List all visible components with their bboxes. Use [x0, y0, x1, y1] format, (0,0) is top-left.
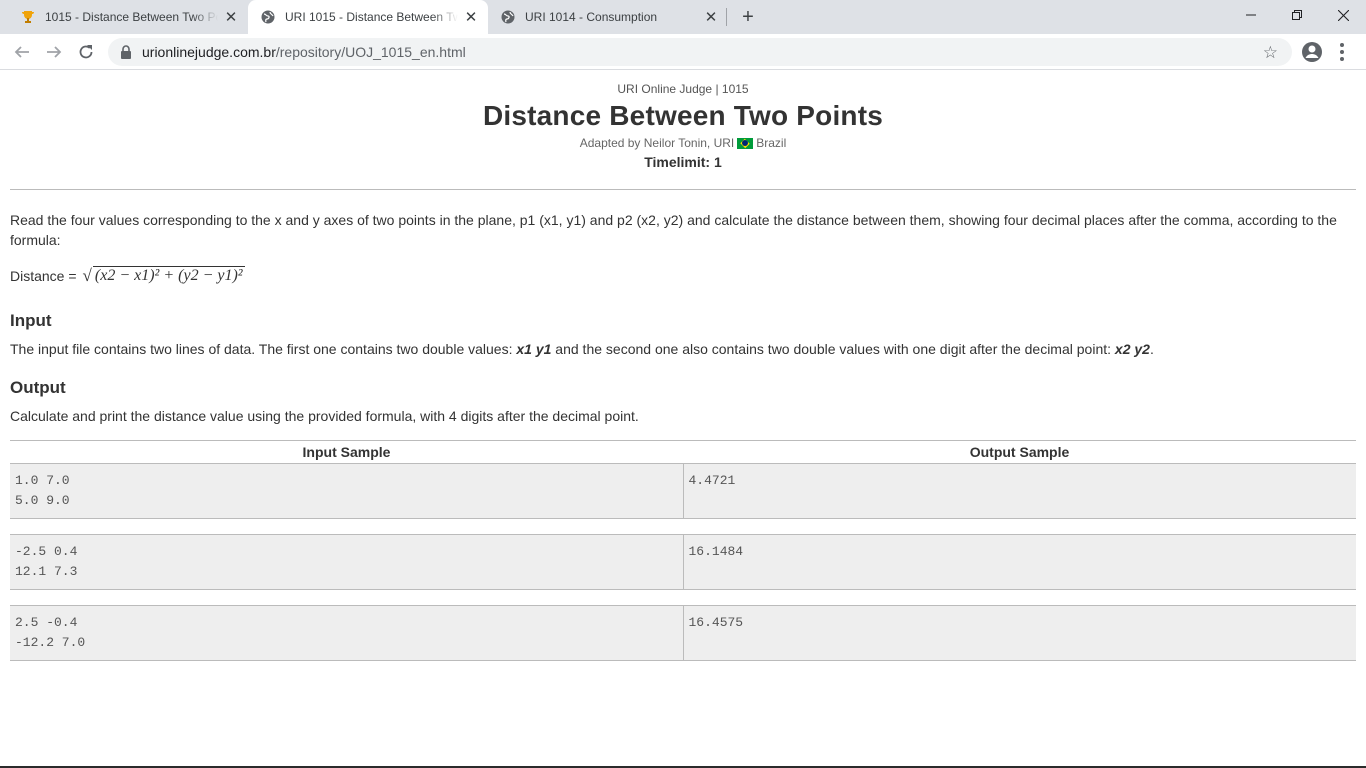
formula-radicand: (x2 − x1)² + (y2 − y1)²: [92, 266, 245, 284]
author-line: Adapted by Neilor Tonin, URI Brazil: [10, 136, 1356, 150]
minimize-icon[interactable]: [1228, 0, 1274, 30]
trophy-icon: [20, 9, 36, 25]
formula: Distance = √ (x2 − x1)² + (y2 − y1)²: [10, 264, 1356, 288]
restore-icon[interactable]: [1274, 0, 1320, 30]
tab-uri-1014[interactable]: URI 1014 - Consumption ✕: [488, 0, 728, 34]
sample-gap: [10, 518, 1356, 535]
close-icon[interactable]: ✕: [222, 8, 240, 26]
tab-title: URI 1015 - Distance Between Two Points: [285, 10, 458, 24]
tab-strip: 1015 - Distance Between Two Points ✕ URI…: [0, 0, 1366, 34]
tab-separator: [726, 8, 727, 26]
close-icon[interactable]: ✕: [702, 8, 720, 26]
sample-input: 1.0 7.0 5.0 9.0: [10, 463, 684, 519]
reload-icon[interactable]: [72, 38, 100, 66]
sample-row: -2.5 0.4 12.1 7.3 16.1484: [10, 534, 1356, 590]
globe-icon: [500, 9, 516, 25]
sample-gap: [10, 589, 1356, 606]
input-heading: Input: [10, 311, 52, 330]
divider: [10, 189, 1356, 190]
back-icon[interactable]: [8, 38, 36, 66]
close-icon[interactable]: ✕: [462, 8, 480, 26]
timelimit: Timelimit: 1: [644, 154, 722, 170]
input-vars-1: x1 y1: [516, 341, 552, 357]
url-host: urionlinejudge.com.br: [142, 44, 276, 60]
profile-avatar-icon[interactable]: [1300, 40, 1324, 64]
brazil-flag-icon: [737, 137, 754, 149]
address-bar[interactable]: urionlinejudge.com.br/repository/UOJ_101…: [108, 38, 1292, 66]
tab-1015[interactable]: 1015 - Distance Between Two Points ✕: [8, 0, 248, 34]
output-sample-header: Output Sample: [683, 440, 1356, 464]
sample-output: 16.1484: [683, 534, 1356, 590]
new-tab-button[interactable]: +: [736, 5, 760, 29]
sample-input: -2.5 0.4 12.1 7.3: [10, 534, 684, 590]
lock-icon[interactable]: [118, 44, 134, 60]
output-description: Calculate and print the distance value u…: [10, 408, 639, 424]
breadcrumb: URI Online Judge | 1015: [617, 82, 749, 96]
input-vars-2: x2 y2: [1114, 341, 1150, 357]
sample-row: 1.0 7.0 5.0 9.0 4.4721: [10, 463, 1356, 519]
page-title: Distance Between Two Points: [482, 100, 884, 131]
input-text-1: The input file contains two lines of dat…: [10, 341, 517, 357]
tab-title: URI 1014 - Consumption: [525, 10, 658, 24]
forward-icon[interactable]: [40, 38, 68, 66]
formula-label: Distance =: [10, 268, 77, 284]
sample-input: 2.5 -0.4 -12.2 7.0: [10, 605, 684, 661]
globe-icon: [260, 9, 276, 25]
input-text-3: .: [1149, 341, 1154, 357]
problem-description: Read the four values corresponding to th…: [10, 212, 1337, 248]
close-window-icon[interactable]: [1320, 0, 1366, 30]
bookmark-star-icon[interactable]: ☆: [1263, 43, 1278, 63]
problem-page: URI Online Judge | 1015 Distance Between…: [10, 71, 1356, 661]
input-text-2: and the second one also contains two dou…: [551, 341, 1115, 357]
sqrt-icon: √: [82, 266, 92, 285]
input-sample-header: Input Sample: [10, 440, 683, 464]
sample-output: 4.4721: [683, 463, 1356, 519]
tab-uri-1015[interactable]: URI 1015 - Distance Between Two Points ✕: [248, 0, 488, 34]
author-country: Brazil: [756, 136, 787, 150]
more-menu-icon[interactable]: [1334, 40, 1350, 64]
output-heading: Output: [10, 378, 66, 397]
input-description: The input file contains two lines of dat…: [10, 341, 1356, 357]
formula-expression: √ (x2 − x1)² + (y2 − y1)²: [83, 266, 245, 286]
sample-row: 2.5 -0.4 -12.2 7.0 16.4575: [10, 605, 1356, 661]
sample-output: 16.4575: [683, 605, 1356, 661]
browser-toolbar: urionlinejudge.com.br/repository/UOJ_101…: [0, 34, 1366, 70]
problem-header: URI Online Judge | 1015 Distance Between…: [10, 82, 1356, 170]
tab-title: 1015 - Distance Between Two Points: [45, 10, 218, 24]
samples-table: Input Sample Output Sample 1.0 7.0 5.0 9.…: [10, 440, 1356, 661]
author-name: Adapted by Neilor Tonin, URI: [579, 136, 735, 150]
url-path: /repository/UOJ_1015_en.html: [275, 44, 466, 60]
